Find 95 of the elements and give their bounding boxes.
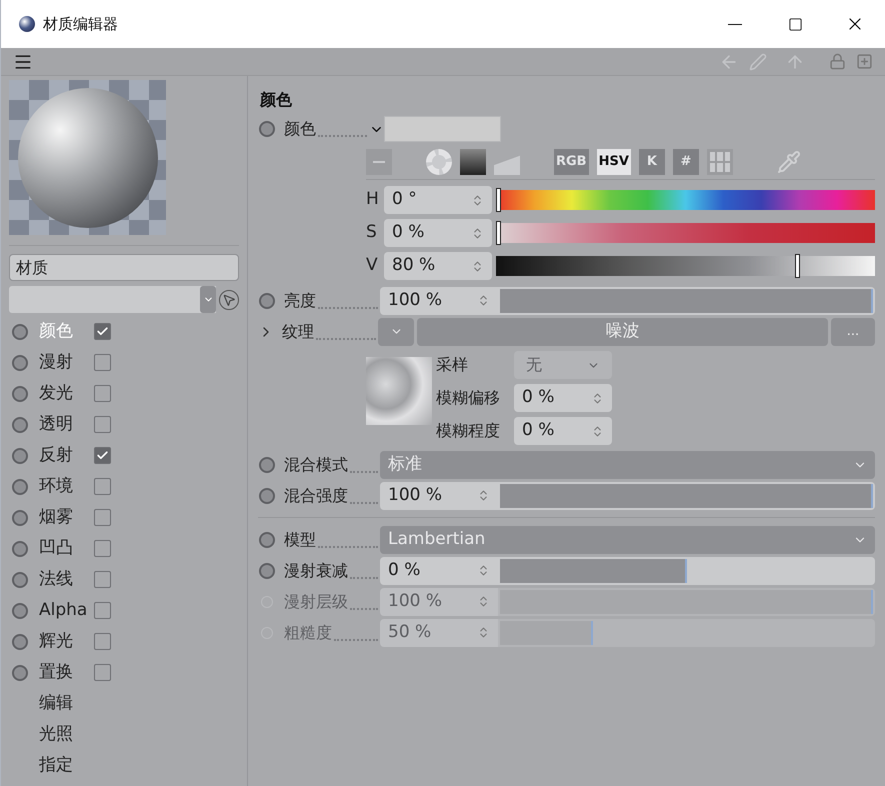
radio-icon: [12, 540, 28, 556]
number-field[interactable]: 0 %: [514, 384, 612, 412]
channel-label: H: [366, 188, 380, 212]
channel-item[interactable]: 法线: [9, 564, 239, 595]
checkbox[interactable]: [94, 509, 111, 526]
gradient-slider[interactable]: [496, 223, 875, 243]
channel-item[interactable]: 指定: [9, 750, 239, 781]
channel-item[interactable]: 发光: [9, 378, 239, 409]
channel-label: S: [366, 221, 378, 244]
number-field[interactable]: 0 %: [514, 417, 612, 445]
param-label: 粗糙度: [284, 622, 332, 644]
radio-icon: [12, 478, 28, 494]
radio-icon: [12, 510, 28, 526]
param-label: 采样: [436, 354, 469, 376]
checkbox[interactable]: [94, 633, 111, 650]
checkbox[interactable]: [94, 664, 111, 681]
param-label: 混合模式: [284, 454, 348, 476]
param-label: 颜色: [284, 118, 316, 140]
checkbox[interactable]: [94, 602, 111, 619]
param-label: 纹理: [282, 320, 314, 342]
checkbox[interactable]: [94, 447, 111, 464]
number-field[interactable]: 0 %: [384, 219, 492, 247]
number-field[interactable]: 100 %: [380, 482, 498, 510]
pointer-icon[interactable]: [219, 290, 239, 310]
slider-thumb[interactable]: [496, 188, 501, 212]
radio-icon: [12, 602, 28, 618]
param-label: 模型: [284, 528, 316, 550]
noise-preview: [366, 357, 432, 425]
channel-item[interactable]: Alpha: [9, 595, 239, 626]
radio-icon: [12, 324, 28, 340]
radio-icon: [259, 292, 275, 308]
new-window-icon[interactable]: [856, 53, 873, 70]
param-label: 模糊程度: [436, 420, 501, 442]
radio-icon: [259, 456, 275, 472]
radio-icon: [259, 562, 275, 578]
checkbox[interactable]: [94, 323, 111, 340]
channel-item[interactable]: 辉光: [9, 626, 239, 657]
radio-icon: [259, 488, 275, 504]
channel-item[interactable]: 漫射: [9, 347, 239, 378]
channel-item[interactable]: 透明: [9, 409, 239, 440]
lock-icon[interactable]: [829, 53, 846, 70]
channel-dropdown[interactable]: [9, 286, 216, 313]
param-label: 漫射层级: [284, 590, 348, 612]
radio-icon: [12, 354, 28, 370]
radio-icon: [259, 121, 275, 137]
channel-item[interactable]: 凹凸: [9, 533, 239, 564]
number-field[interactable]: 100 %: [380, 286, 498, 314]
channel-item[interactable]: 环境: [9, 471, 239, 502]
color-swatch[interactable]: [384, 116, 501, 142]
radio-icon: [12, 416, 28, 432]
gradient-slider[interactable]: [496, 256, 875, 276]
window-title: 材质编辑器: [43, 14, 118, 35]
radio-icon: [259, 532, 275, 548]
param-label: 漫射衰减: [284, 560, 348, 582]
minus-icon: [373, 160, 385, 162]
slider-thumb[interactable]: [795, 254, 800, 278]
channel-item[interactable]: 光照: [9, 719, 239, 750]
checkbox[interactable]: [94, 571, 111, 588]
radio-icon: [12, 448, 28, 464]
section-title: 颜色: [260, 89, 293, 111]
param-label: 模糊偏移: [436, 387, 501, 409]
channel-item[interactable]: 置换: [9, 657, 239, 688]
radio-icon: [12, 386, 28, 402]
eyedropper-icon[interactable]: [776, 150, 801, 174]
radio-icon: [12, 572, 28, 588]
color-wheel-icon[interactable]: [426, 148, 452, 174]
number-field[interactable]: 0 °: [384, 186, 492, 214]
swatches-icon[interactable]: [706, 148, 733, 174]
radio-icon: [12, 664, 28, 680]
check-icon: [96, 325, 109, 338]
channel-item[interactable]: 编辑: [9, 688, 239, 719]
app-icon: [19, 16, 35, 32]
gradient-slider[interactable]: [496, 190, 875, 210]
texture-menu-button[interactable]: [378, 318, 414, 346]
checkbox[interactable]: [94, 416, 111, 433]
number-field[interactable]: 0 %: [380, 556, 498, 584]
channel-item[interactable]: 烟雾: [9, 502, 239, 533]
color-mode-tab[interactable]: HSV: [596, 148, 631, 174]
number-field[interactable]: 80 %: [384, 252, 492, 280]
pen-icon[interactable]: [749, 52, 767, 70]
maximize-icon: [788, 16, 802, 32]
checkbox[interactable]: [94, 478, 111, 495]
param-label: 混合强度: [284, 484, 348, 506]
param-label: 亮度: [284, 290, 316, 312]
material-name-field[interactable]: 材质: [9, 254, 239, 281]
channel-label: V: [366, 254, 379, 278]
slider-thumb[interactable]: [496, 221, 501, 245]
check-icon: [96, 449, 109, 462]
checkbox[interactable]: [94, 385, 111, 402]
channel-item[interactable]: 反射: [9, 440, 239, 471]
compact-icon[interactable]: [366, 148, 392, 174]
checkbox[interactable]: [94, 540, 111, 557]
radio-icon: [12, 634, 28, 650]
spectrum-icon[interactable]: [460, 148, 486, 174]
checkbox[interactable]: [94, 354, 111, 371]
